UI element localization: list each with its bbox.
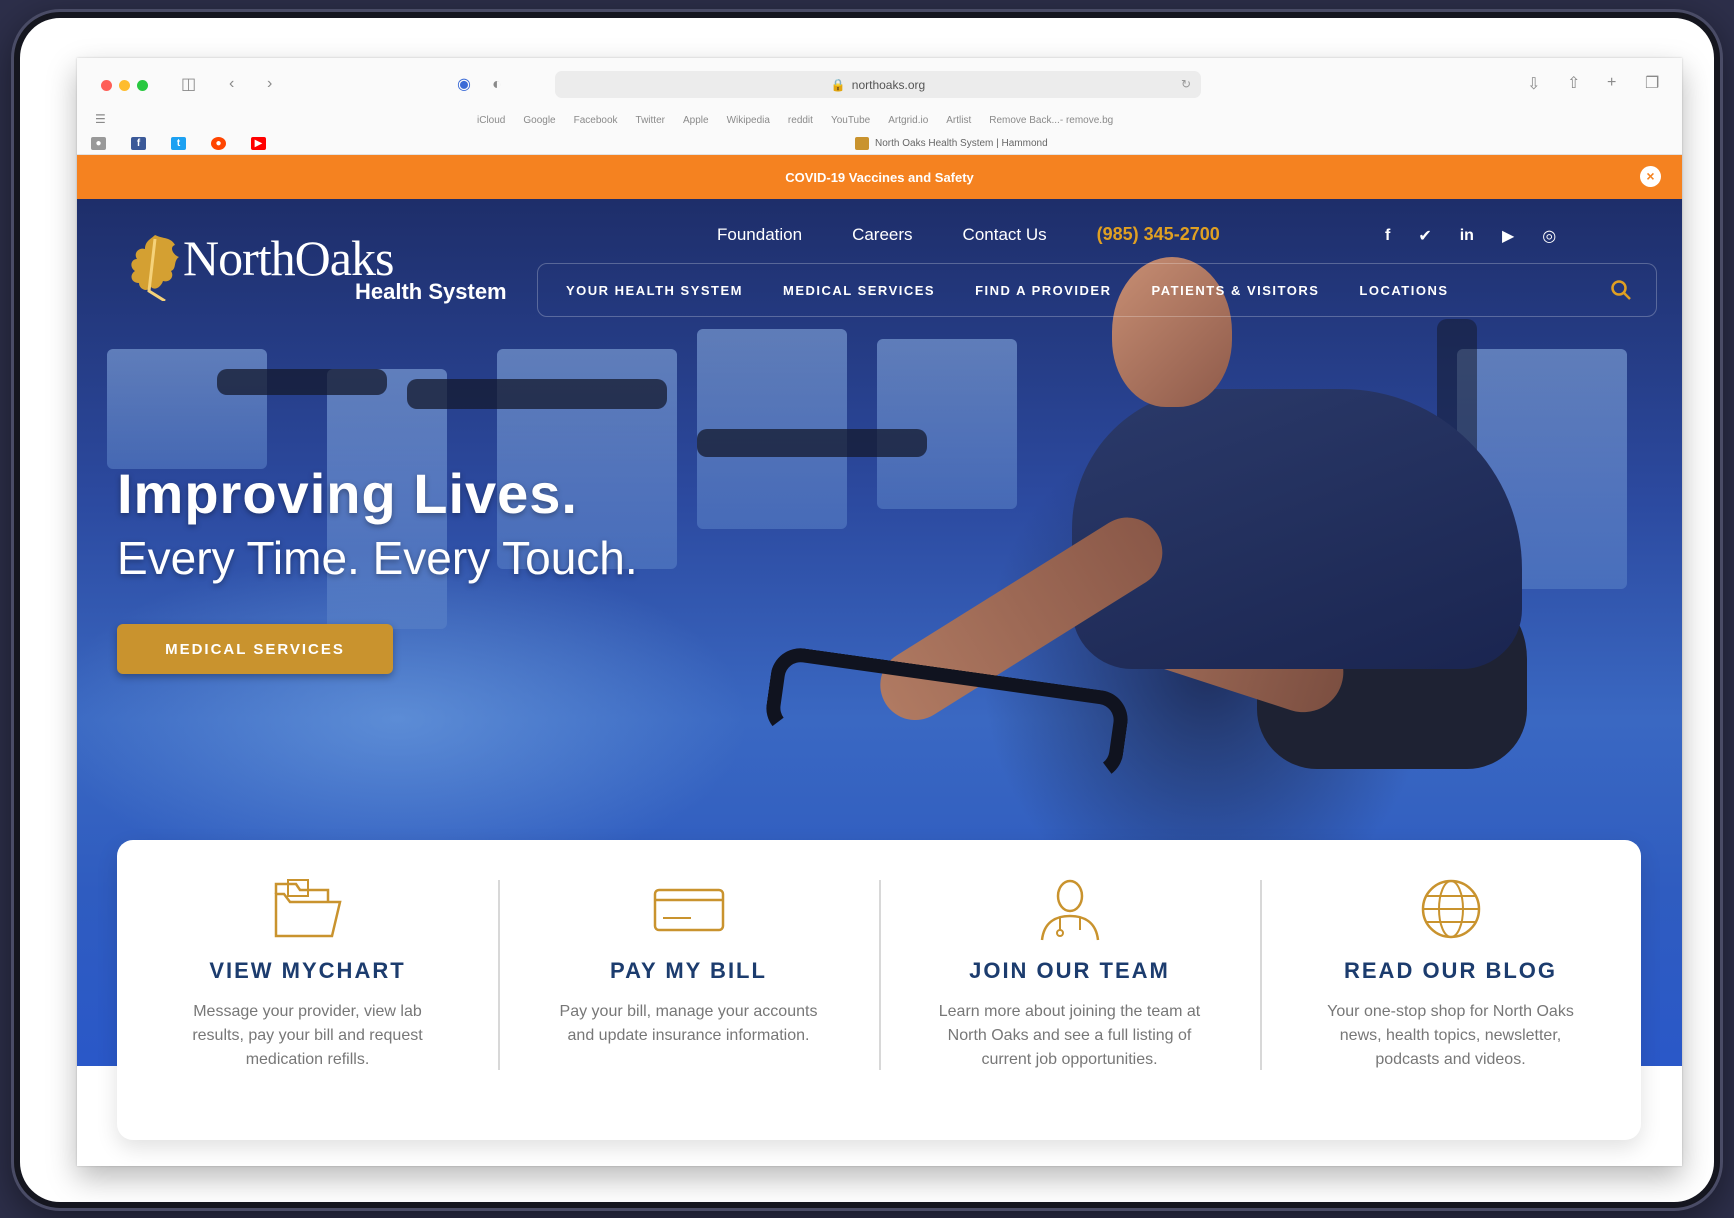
bookmark-item[interactable]: Remove Back...- remove.bg <box>989 115 1113 126</box>
reader-mode-icon[interactable]: ◐ <box>492 77 502 93</box>
bookmark-item[interactable]: Artlist <box>946 115 971 126</box>
card-join-our-team[interactable]: JOIN OUR TEAM Learn more about joining t… <box>879 840 1260 1140</box>
card-view-mychart[interactable]: VIEW MYCHART Message your provider, view… <box>117 840 498 1140</box>
card-description: Message your provider, view lab results,… <box>192 1003 423 1068</box>
bookmarks-menu-icon[interactable]: ☰ <box>95 113 106 125</box>
folder-icon <box>274 879 342 938</box>
nav-patients-visitors[interactable]: PATIENTS & VISITORS <box>1152 283 1320 298</box>
tab-bar: ● f t ● ▶ North Oaks Health System | Ham… <box>77 134 1682 155</box>
active-tab[interactable]: North Oaks Health System | Hammond <box>855 137 1048 150</box>
close-icon[interactable]: × <box>1640 166 1661 187</box>
nav-medical-services[interactable]: MEDICAL SERVICES <box>783 283 935 298</box>
minimize-window-button[interactable] <box>119 80 130 91</box>
zoom-window-button[interactable] <box>137 80 148 91</box>
sidebar-icon[interactable]: ◫ <box>181 77 196 93</box>
social-links: f ✔ in ▶ ◎ <box>1385 226 1556 246</box>
careers-link[interactable]: Careers <box>852 225 912 245</box>
utility-nav: Foundation Careers Contact Us (985) 345-… <box>717 224 1220 245</box>
card-read-our-blog[interactable]: READ OUR BLOG Your one-stop shop for Nor… <box>1260 840 1641 1140</box>
logo-subtitle: Health System <box>355 279 507 304</box>
card-title: JOIN OUR TEAM <box>969 958 1170 983</box>
oak-leaf-icon <box>131 235 179 301</box>
nav-find-a-provider[interactable]: FIND A PROVIDER <box>975 283 1111 298</box>
quick-links: VIEW MYCHART Message your provider, view… <box>117 840 1641 1140</box>
facebook-icon[interactable]: f <box>1385 227 1390 245</box>
globe-icon <box>1421 879 1480 939</box>
reload-icon[interactable]: ↻ <box>1181 77 1191 91</box>
nav-locations[interactable]: LOCATIONS <box>1359 283 1448 298</box>
bookmark-item[interactable]: reddit <box>788 115 813 126</box>
north-oaks-favicon-icon <box>855 137 869 150</box>
browser-window: ◫ ‹ › ◉ ◐ 🔒 northoaks.org ↻ ⇩ ⇧ + ❐ ☰ iC… <box>77 58 1682 1166</box>
card-pay-my-bill[interactable]: PAY MY BILL Pay your bill, manage your a… <box>498 840 879 1140</box>
card-title: VIEW MYCHART <box>209 958 406 983</box>
shield-extension-icon[interactable]: ◉ <box>457 77 471 93</box>
card-title: READ OUR BLOG <box>1344 958 1557 983</box>
close-window-button[interactable] <box>101 80 112 91</box>
youtube-icon[interactable]: ▶ <box>1502 226 1514 246</box>
forward-icon[interactable]: › <box>267 76 272 92</box>
search-icon[interactable] <box>1610 279 1632 301</box>
hero-photo-shape <box>107 349 267 469</box>
youtube-tab-icon[interactable]: ▶ <box>251 137 266 150</box>
bookmark-item[interactable]: Apple <box>683 115 709 126</box>
bookmark-item[interactable]: iCloud <box>477 115 505 126</box>
nav-your-health-system[interactable]: YOUR HEALTH SYSTEM <box>566 283 743 298</box>
main-nav: YOUR HEALTH SYSTEM MEDICAL SERVICES FIND… <box>537 263 1657 317</box>
hero-photo-shape <box>697 429 927 457</box>
lock-icon: 🔒 <box>830 77 846 92</box>
bookmark-item[interactable]: YouTube <box>831 115 870 126</box>
bookmark-item[interactable]: Google <box>523 115 555 126</box>
phone-link[interactable]: (985) 345-2700 <box>1097 224 1220 245</box>
download-icon[interactable]: ⇩ <box>1527 77 1540 93</box>
foundation-link[interactable]: Foundation <box>717 225 802 245</box>
card-description: Pay your bill, manage your accounts and … <box>559 1003 818 1044</box>
tab-title-text: North Oaks Health System | Hammond <box>875 138 1048 149</box>
medical-services-button[interactable]: MEDICAL SERVICES <box>117 624 393 674</box>
credit-card-icon <box>653 888 724 932</box>
bookmarks-bar: iCloud Google Facebook Twitter Apple Wik… <box>477 115 1113 126</box>
north-oaks-logo[interactable]: NorthOaks Health System <box>125 229 535 309</box>
linkedin-icon[interactable]: in <box>1460 227 1474 245</box>
share-icon[interactable]: ⇧ <box>1567 76 1580 92</box>
card-description: Learn more about joining the team at Nor… <box>938 1003 1201 1068</box>
facebook-tab-icon[interactable]: f <box>131 137 146 150</box>
reddit-tab-icon[interactable]: ● <box>211 137 226 150</box>
tab-overview-icon[interactable]: ❐ <box>1645 76 1659 92</box>
hero-photo-shape <box>217 369 387 395</box>
bookmark-item[interactable]: Artgrid.io <box>888 115 928 126</box>
bookmark-item[interactable]: Twitter <box>636 115 665 126</box>
back-icon[interactable]: ‹ <box>229 76 234 92</box>
hero-subheadline: Every Time. Every Touch. <box>117 532 638 584</box>
contact-us-link[interactable]: Contact Us <box>963 225 1047 245</box>
instagram-icon[interactable]: ◎ <box>1542 226 1556 246</box>
card-description: Your one-stop shop for North Oaks news, … <box>1327 1003 1574 1068</box>
address-bar[interactable]: 🔒 northoaks.org ↻ <box>555 71 1201 98</box>
hero-photo-shape <box>877 339 1017 509</box>
url-text: northoaks.org <box>851 77 926 92</box>
covid-banner-link[interactable]: COVID-19 Vaccines and Safety <box>785 170 974 185</box>
doctor-icon <box>1040 879 1099 941</box>
twitter-icon[interactable]: ✔ <box>1418 226 1431 246</box>
bookmark-item[interactable]: Facebook <box>574 115 618 126</box>
hero-headline: Improving Lives. <box>117 462 578 525</box>
new-tab-icon[interactable]: + <box>1607 75 1616 91</box>
twitter-tab-icon[interactable]: t <box>171 137 186 150</box>
tablet-frame: ◫ ‹ › ◉ ◐ 🔒 northoaks.org ↻ ⇩ ⇧ + ❐ ☰ iC… <box>14 12 1720 1208</box>
card-title: PAY MY BILL <box>610 958 767 983</box>
hero-photo-shape <box>407 379 667 409</box>
browser-toolbar: ◫ ‹ › ◉ ◐ 🔒 northoaks.org ↻ ⇩ ⇧ + ❐ ☰ iC… <box>77 58 1682 155</box>
apple-tab-icon[interactable]: ● <box>91 137 106 150</box>
bookmark-item[interactable]: Wikipedia <box>727 115 770 126</box>
covid-banner: COVID-19 Vaccines and Safety × <box>77 155 1682 199</box>
